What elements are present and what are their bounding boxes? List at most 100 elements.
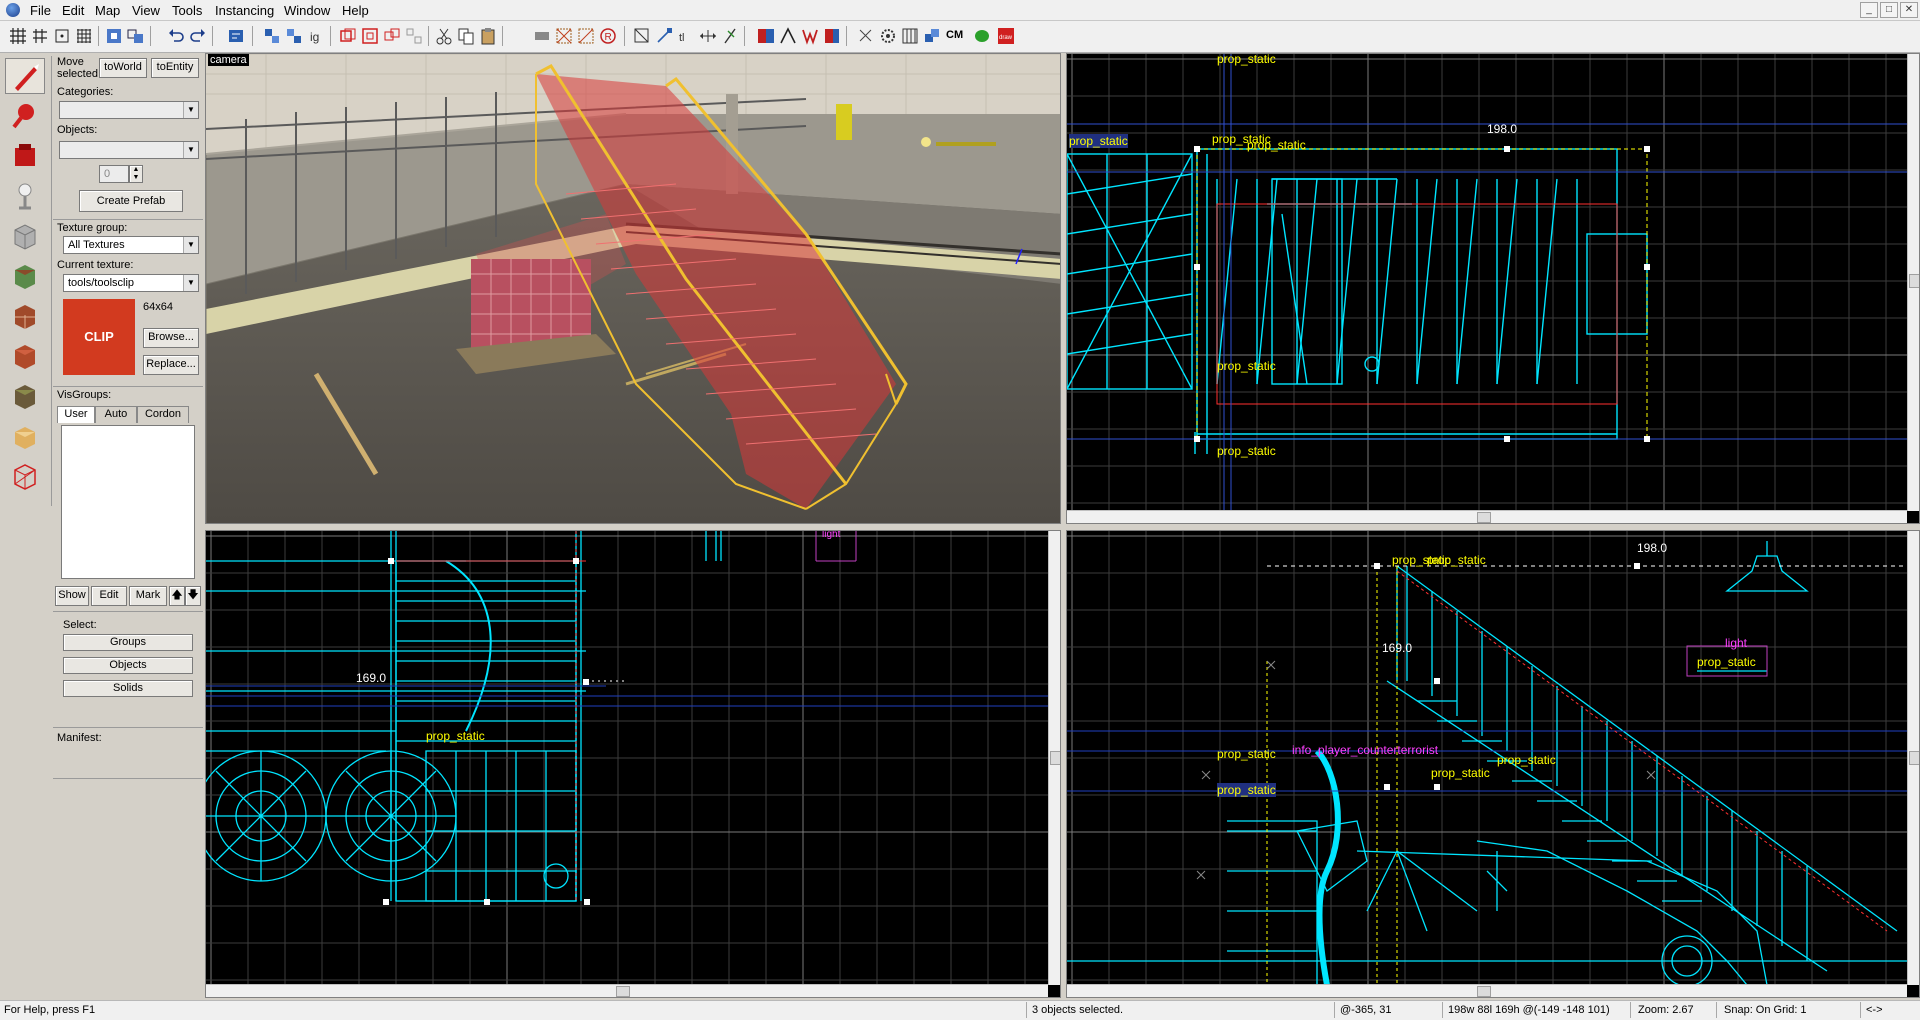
- copy-icon[interactable]: [456, 26, 476, 46]
- entity-tool-button[interactable]: [5, 178, 45, 214]
- carve-icon[interactable]: [338, 26, 358, 46]
- tab-auto[interactable]: Auto: [95, 406, 137, 423]
- toolbar-wire-icon[interactable]: [778, 26, 798, 46]
- move-up-button[interactable]: 🡅: [169, 586, 185, 606]
- vertex-tool-button[interactable]: [5, 458, 45, 494]
- toolbar-r-icon[interactable]: R: [598, 26, 618, 46]
- camera-tool-button[interactable]: [5, 138, 45, 174]
- top-2d-viewport[interactable]: 198.0 prop_static prop_static prop_stati…: [1066, 53, 1920, 524]
- replace-button[interactable]: Replace...: [143, 355, 199, 375]
- texture-application-icon[interactable]: [554, 26, 574, 46]
- texture-tool-button[interactable]: [5, 258, 45, 294]
- toolbar-cubes-icon[interactable]: [922, 26, 942, 46]
- ungroup-icon[interactable]: [404, 26, 424, 46]
- menu-instancing[interactable]: Instancing: [215, 3, 274, 18]
- scrollbar-thumb[interactable]: [1050, 751, 1060, 765]
- edit-button[interactable]: Edit: [91, 586, 127, 606]
- side-vertical-scrollbar[interactable]: [1907, 531, 1919, 985]
- grid-dots-icon[interactable]: [52, 26, 72, 46]
- paste-icon[interactable]: [478, 26, 498, 46]
- move-down-button[interactable]: 🡇: [185, 586, 201, 606]
- toolbar-flat-icon[interactable]: [800, 26, 820, 46]
- menu-window[interactable]: Window: [284, 3, 330, 18]
- toolbar-arrows-icon[interactable]: [698, 26, 718, 46]
- selection-tool-icon[interactable]: [632, 26, 652, 46]
- apply-texture-button[interactable]: [5, 298, 45, 334]
- scrollbar-thumb[interactable]: [616, 986, 630, 997]
- select-groups-button[interactable]: Groups: [63, 634, 193, 651]
- manifest-pane[interactable]: Manifest:: [53, 727, 203, 984]
- scrollbar-thumb[interactable]: [1477, 986, 1491, 997]
- texture-browser-icon[interactable]: [532, 26, 552, 46]
- create-prefab-button[interactable]: Create Prefab: [79, 190, 183, 212]
- scrollbar-thumb[interactable]: [1909, 751, 1919, 765]
- close-button[interactable]: ✕: [1900, 2, 1918, 18]
- toolbar-tl-icon[interactable]: tl: [676, 26, 696, 46]
- toolbar-textured-icon[interactable]: [822, 26, 842, 46]
- magnify-tool-button[interactable]: [5, 98, 45, 134]
- cm-label[interactable]: CM: [946, 29, 963, 41]
- toolbar-nodraw-icon[interactable]: draw: [996, 26, 1016, 46]
- restore-button[interactable]: □: [1880, 2, 1898, 18]
- run-map-icon[interactable]: [226, 26, 246, 46]
- objects-dropdown[interactable]: ▼: [59, 141, 199, 159]
- front-vertical-scrollbar[interactable]: [1048, 531, 1060, 985]
- tab-cordon[interactable]: Cordon: [137, 406, 189, 423]
- texture-lock-icon[interactable]: [104, 26, 124, 46]
- hide-selected-icon[interactable]: [262, 26, 282, 46]
- tab-user[interactable]: User: [57, 406, 95, 423]
- menu-file[interactable]: File: [30, 3, 51, 18]
- side-2d-viewport[interactable]: 198.0 169.0 prop_static prop_static prop…: [1066, 530, 1920, 998]
- menu-view[interactable]: View: [132, 3, 160, 18]
- grid-icon[interactable]: [8, 26, 28, 46]
- count-spinner[interactable]: ▲ ▼: [129, 165, 143, 183]
- toolbar-leaf-icon[interactable]: [972, 26, 992, 46]
- grid-larger-icon[interactable]: [74, 26, 94, 46]
- front-2d-viewport[interactable]: 169.0 prop_static light: [205, 530, 1061, 998]
- visgroups-list[interactable]: [61, 425, 195, 579]
- overlay-tool-button[interactable]: [5, 378, 45, 414]
- toolbar-scissor-icon[interactable]: [856, 26, 876, 46]
- group-icon[interactable]: [126, 26, 146, 46]
- grid-smaller-icon[interactable]: [30, 26, 50, 46]
- undo-icon[interactable]: [166, 26, 186, 46]
- clip-tool-button[interactable]: [5, 418, 45, 454]
- camera-viewport[interactable]: camera: [205, 53, 1061, 524]
- toolbar-align-icon[interactable]: [720, 26, 740, 46]
- scrollbar-thumb[interactable]: [1477, 512, 1491, 523]
- menu-help[interactable]: Help: [342, 3, 369, 18]
- decal-tool-button[interactable]: [5, 338, 45, 374]
- to-entity-button[interactable]: toEntity: [151, 58, 199, 78]
- objects-count-field[interactable]: 0: [99, 165, 129, 183]
- menu-map[interactable]: Map: [95, 3, 120, 18]
- top-horizontal-scrollbar[interactable]: [1067, 510, 1907, 523]
- toolbar-grid2-icon[interactable]: [900, 26, 920, 46]
- select-objects-button[interactable]: Objects: [63, 657, 193, 674]
- current-texture-dropdown[interactable]: tools/toolsclip ▼: [63, 274, 199, 292]
- group-solids-icon[interactable]: [382, 26, 402, 46]
- make-hollow-icon[interactable]: [360, 26, 380, 46]
- vertex-tool-icon[interactable]: [654, 26, 674, 46]
- browse-button[interactable]: Browse...: [143, 328, 199, 348]
- menu-tools[interactable]: Tools: [172, 3, 202, 18]
- front-horizontal-scrollbar[interactable]: [206, 984, 1048, 997]
- cut-icon[interactable]: [434, 26, 454, 46]
- selection-tool-button[interactable]: [5, 58, 45, 94]
- toolbar-3d-icon[interactable]: [756, 26, 776, 46]
- block-tool-button[interactable]: [5, 218, 45, 254]
- texture-preview[interactable]: CLIP: [63, 299, 135, 375]
- ignore-groups-icon[interactable]: ig: [306, 26, 326, 46]
- categories-dropdown[interactable]: ▼: [59, 101, 199, 119]
- menu-edit[interactable]: Edit: [62, 3, 84, 18]
- mark-button[interactable]: Mark: [129, 586, 167, 606]
- show-all-icon[interactable]: [284, 26, 304, 46]
- redo-icon[interactable]: [188, 26, 208, 46]
- decal-icon[interactable]: [576, 26, 596, 46]
- toolbar-gear-icon[interactable]: [878, 26, 898, 46]
- minimize-button[interactable]: _: [1860, 2, 1878, 18]
- select-solids-button[interactable]: Solids: [63, 680, 193, 697]
- side-horizontal-scrollbar[interactable]: [1067, 984, 1907, 997]
- texture-group-dropdown[interactable]: All Textures ▼: [63, 236, 199, 254]
- top-vertical-scrollbar[interactable]: [1907, 54, 1919, 511]
- to-world-button[interactable]: toWorld: [99, 58, 147, 78]
